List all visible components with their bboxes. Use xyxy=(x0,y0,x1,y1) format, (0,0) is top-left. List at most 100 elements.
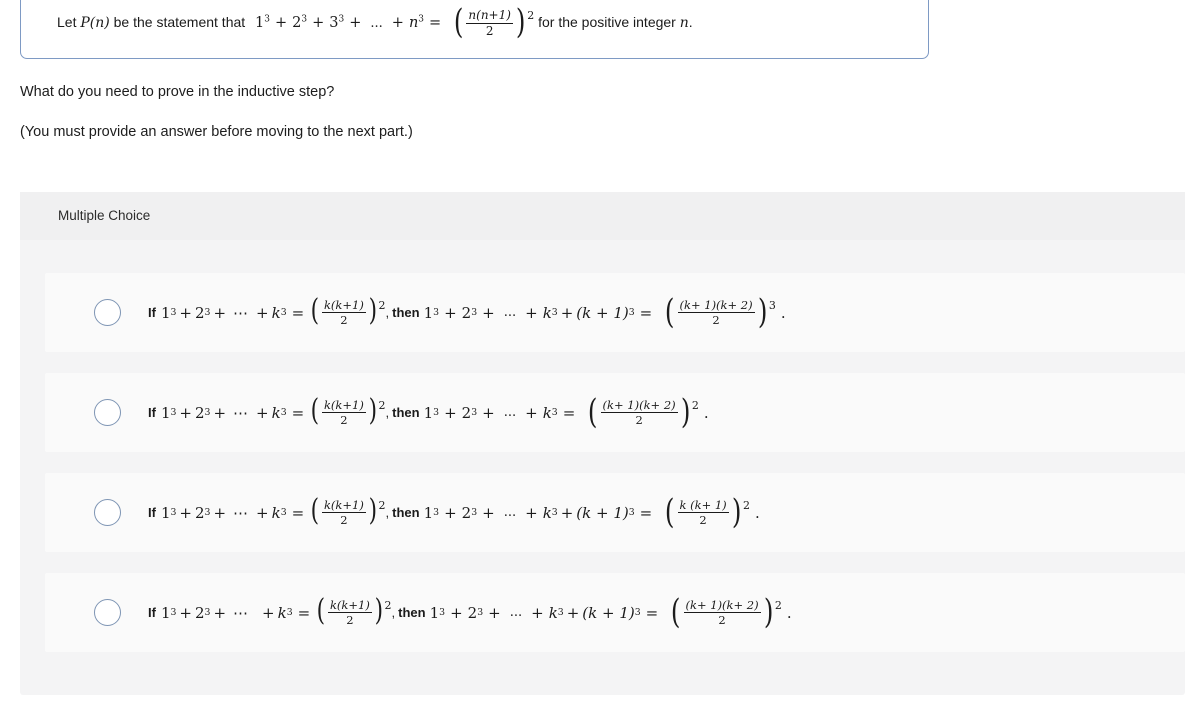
stem-statement-fn: P(n) xyxy=(80,15,110,32)
hypothesis-term-1: 1 xyxy=(160,403,171,422)
option-row[interactable]: If 1 3 +2 3 + ⋯ + k 3 =(k(k+1) 2) 2, then 1 3 +2 3 +... + k… xyxy=(45,473,1185,552)
hypothesis-fraction-denominator: 2 xyxy=(321,512,366,526)
right-paren: ) xyxy=(515,2,526,42)
conclusion-equals: = xyxy=(645,603,659,622)
period: . xyxy=(786,603,792,622)
hypothesis-fraction-denominator: 2 xyxy=(321,412,366,426)
conclusion-fraction: (k+ 1)(k+ 2) 2 xyxy=(600,399,679,426)
radio-button-option-c[interactable] xyxy=(94,499,121,526)
conclusion-fraction-denominator: 2 xyxy=(600,412,678,426)
conclusion-term-2: 2 xyxy=(461,403,472,422)
conclusion-fraction: k (k+ 1) 2 xyxy=(677,499,730,526)
left-paren: ( xyxy=(310,492,320,528)
stem-middle: be the statement that xyxy=(109,14,250,31)
conclusion-ellipsis: ... xyxy=(509,605,523,620)
conclusion-equals: = xyxy=(639,303,653,322)
option-row[interactable]: If 1 3 +2 3 + ⋯ + k 3 =(k(k+1) 2) 2, then 1 3 +2 3 +... + k… xyxy=(45,573,1185,652)
hypothesis-fraction-numerator: k(k+1) xyxy=(323,497,364,512)
hypothesis-fraction-outer-exponent: 2 xyxy=(378,398,386,412)
hypothesis-fraction-numerator: k(k+1) xyxy=(323,297,364,312)
hypothesis-term-2: 2 xyxy=(195,303,205,322)
hypothesis-fraction-numerator: k(k+1) xyxy=(329,597,370,612)
hypothesis-term-2: 2 xyxy=(195,503,205,522)
conclusion-fraction-group: ((k+ 1)(k+ 2) 2) 2 xyxy=(669,591,782,632)
right-paren: ) xyxy=(374,592,383,628)
stem-last-term: n xyxy=(408,15,419,32)
stem-fraction: n(n+1) 2 xyxy=(465,9,514,37)
hypothesis-fraction-group: (k(k+1) 2) 2 xyxy=(309,292,386,328)
stem-period: . xyxy=(688,14,693,31)
hypothesis-term-2: 2 xyxy=(195,403,205,422)
hypothesis-fraction-group: (k(k+1) 2) 2 xyxy=(315,592,392,628)
left-paren: ( xyxy=(454,2,464,42)
conclusion-term-2: 2 xyxy=(467,603,478,622)
period: . xyxy=(703,403,709,422)
hypothesis-fraction-outer-exponent: 2 xyxy=(378,498,386,512)
conclusion-extra-term: (k + 1) xyxy=(576,303,629,322)
hypothesis-term-2: 2 xyxy=(195,603,205,622)
hypothesis-ellipsis: ⋯ xyxy=(233,403,250,422)
conclusion-fraction-numerator: k (k+ 1) xyxy=(679,497,727,512)
then-label: then xyxy=(392,305,420,320)
option-row[interactable]: If 1 3 +2 3 + ⋯ + k 3 =(k(k+1) 2) 2, then 1 3 +2 3 +... + k… xyxy=(45,273,1185,352)
hypothesis-fraction: k(k+1) 2 xyxy=(327,599,373,626)
option-a-text: If 1 3 +2 3 + ⋯ + k 3 =(k(k+1) 2) 2, then 1 3 +2 3 +... + k… xyxy=(148,291,786,332)
stem-equals: = xyxy=(429,15,442,32)
conclusion-term-2: 2 xyxy=(461,303,472,322)
stem-variable: n xyxy=(679,15,689,32)
radio-button-option-b[interactable] xyxy=(94,399,121,426)
stem-fraction-group: (n(n+1) 2) 2 xyxy=(452,2,534,42)
right-paren: ) xyxy=(368,492,377,528)
conclusion-term-1: 1 xyxy=(429,603,440,622)
hypothesis-fraction-outer-exponent: 2 xyxy=(384,598,392,612)
if-label: If xyxy=(148,605,156,620)
stem-fraction-numerator: n(n+1) xyxy=(468,8,511,22)
left-paren: ( xyxy=(665,491,675,532)
stem-suffix: for the positive integer xyxy=(534,14,680,31)
conclusion-k-term: k xyxy=(548,603,558,622)
radio-button-option-a[interactable] xyxy=(94,299,121,326)
option-c-text: If 1 3 +2 3 + ⋯ + k 3 =(k(k+1) 2) 2, then 1 3 +2 3 +... + k… xyxy=(148,491,760,532)
conclusion-extra-term: (k + 1) xyxy=(576,503,629,522)
left-paren: ( xyxy=(316,592,326,628)
conclusion-ellipsis: ... xyxy=(503,305,517,320)
if-label: If xyxy=(148,405,156,420)
conclusion-fraction-group: (k (k+ 1) 2) 2 xyxy=(663,491,750,532)
option-d-text: If 1 3 +2 3 + ⋯ + k 3 =(k(k+1) 2) 2, then 1 3 +2 3 +... + k… xyxy=(148,591,792,632)
conclusion-term-1: 1 xyxy=(423,503,434,522)
hypothesis-equals: = xyxy=(297,603,311,622)
left-paren: ( xyxy=(310,392,320,428)
hypothesis-fraction: k(k+1) 2 xyxy=(321,299,367,326)
period: . xyxy=(780,303,786,322)
hypothesis-term-1: 1 xyxy=(160,603,171,622)
conclusion-fraction: (k+ 1)(k+ 2) 2 xyxy=(677,299,756,326)
hypothesis-equals: = xyxy=(291,403,305,422)
hypothesis-fraction: k(k+1) 2 xyxy=(321,399,367,426)
hypothesis-ellipsis: ⋯ xyxy=(233,503,250,522)
stem-prefix: Let xyxy=(57,14,81,31)
right-paren: ) xyxy=(763,591,774,632)
period: . xyxy=(754,503,760,522)
hypothesis-equals: = xyxy=(291,503,305,522)
hypothesis-last-term: k xyxy=(271,503,281,522)
then-label: then xyxy=(392,405,420,420)
multiple-choice-header: Multiple Choice xyxy=(20,192,1185,240)
multiple-choice-panel: Multiple Choice If 1 3 +2 3 + ⋯ + k 3 =(k(k+1) 2) 2,… xyxy=(20,192,1185,695)
hypothesis-last-term: k xyxy=(277,603,287,622)
option-row[interactable]: If 1 3 +2 3 + ⋯ + k 3 =(k(k+1) 2) 2, then 1 3 +2 3 +... + k… xyxy=(45,373,1185,452)
left-paren: ( xyxy=(665,291,675,332)
radio-button-option-d[interactable] xyxy=(94,599,121,626)
conclusion-fraction: (k+ 1)(k+ 2) 2 xyxy=(683,599,762,626)
left-paren: ( xyxy=(310,292,320,328)
conclusion-term-1: 1 xyxy=(423,403,434,422)
conclusion-k-term: k xyxy=(542,503,552,522)
left-paren: ( xyxy=(671,591,681,632)
hypothesis-last-term: k xyxy=(271,403,281,422)
then-label: then xyxy=(398,605,426,620)
conclusion-k-term: k xyxy=(542,303,552,322)
conclusion-fraction-outer-exponent: 2 xyxy=(742,498,750,512)
conclusion-fraction-denominator: 2 xyxy=(677,512,729,526)
conclusion-term-1: 1 xyxy=(423,303,434,322)
conclusion-fraction-group: ((k+ 1)(k+ 2) 2) 3 xyxy=(663,291,776,332)
conclusion-fraction-denominator: 2 xyxy=(677,312,755,326)
